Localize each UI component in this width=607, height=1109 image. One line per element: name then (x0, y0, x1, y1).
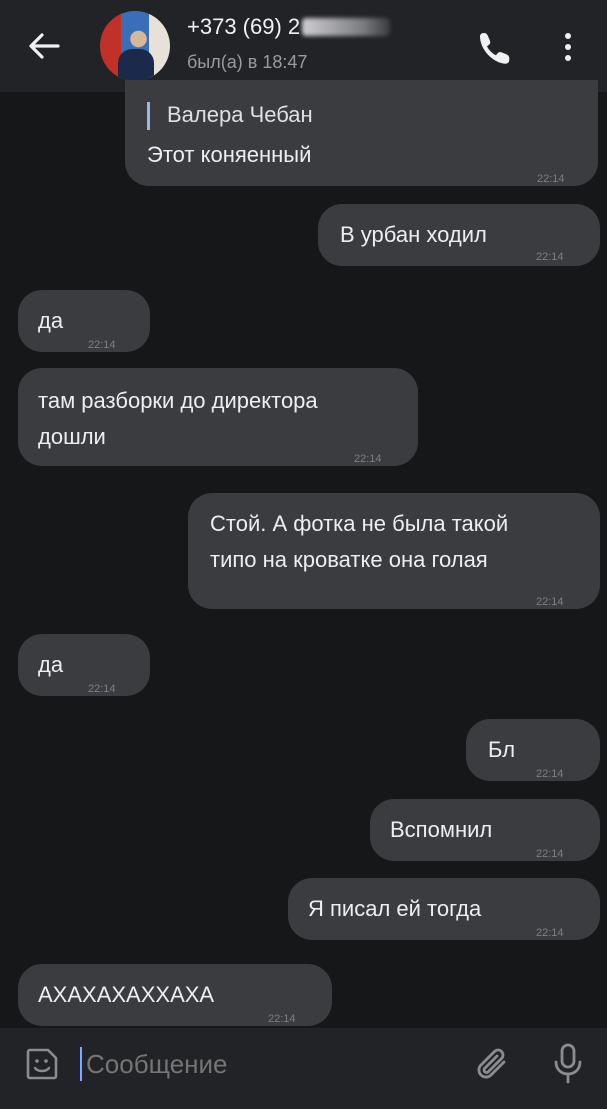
reply-author: Валера Чебан (167, 102, 313, 127)
message-incoming[interactable]: да 22:14 (18, 290, 150, 352)
message-incoming[interactable]: Валера Чебан Этот коняенный 22:14 (125, 80, 598, 186)
message-text: Стой. А фотка не была такой (210, 511, 509, 536)
message-text: дошли (38, 424, 106, 449)
chat-header: +373 (69) 2 был(а) в 18:47 (0, 0, 607, 92)
sticker-emoji-icon[interactable] (24, 1046, 60, 1082)
message-text: В урбан ходил (340, 222, 487, 247)
last-seen-status: был(а) в 18:47 (187, 52, 308, 72)
message-text: там разборки до директора (38, 388, 318, 413)
more-vertical-icon[interactable] (560, 30, 576, 64)
contact-name[interactable]: +373 (69) 2 (187, 14, 391, 40)
message-text: да (38, 652, 64, 677)
message-text: Этот коняенный (147, 142, 312, 167)
message-time: 22:14 (354, 453, 382, 465)
message-text: да (38, 308, 64, 333)
message-text: Я писал ей тогда (308, 896, 482, 921)
message-text: АХАХАХАХХАХА (38, 982, 215, 1007)
message-incoming[interactable]: АХАХАХАХХАХА 22:14 (18, 964, 332, 1026)
microphone-icon[interactable] (551, 1042, 585, 1086)
message-text: Вспомнил (390, 817, 493, 842)
text-cursor (80, 1047, 82, 1081)
message-outgoing[interactable]: Я писал ей тогда 22:14 (288, 878, 600, 940)
avatar[interactable] (100, 11, 170, 81)
message-outgoing[interactable]: Вспомнил 22:14 (370, 799, 600, 861)
arrow-left-icon[interactable] (26, 30, 62, 62)
message-time: 22:14 (536, 596, 564, 608)
message-outgoing[interactable]: В урбан ходил 22:14 (318, 204, 600, 266)
message-time: 22:14 (536, 768, 564, 780)
paperclip-icon[interactable] (474, 1044, 512, 1084)
message-text: Бл (488, 737, 516, 762)
message-time: 22:14 (536, 251, 564, 263)
message-incoming[interactable]: да 22:14 (18, 634, 150, 696)
phone-icon[interactable] (477, 30, 513, 64)
message-incoming[interactable]: там разборки до директора дошли 22:14 (18, 368, 418, 466)
message-text: типо на кроватке она голая (210, 547, 488, 572)
message-input[interactable] (86, 1046, 446, 1082)
message-outgoing[interactable]: Бл 22:14 (466, 719, 600, 781)
message-time: 22:14 (88, 683, 116, 695)
message-time: 22:14 (536, 848, 564, 860)
message-time: 22:14 (88, 339, 116, 351)
message-outgoing[interactable]: Стой. А фотка не была такой типо на кров… (188, 493, 600, 609)
message-time: 22:14 (537, 173, 565, 185)
message-time: 22:14 (536, 927, 564, 939)
